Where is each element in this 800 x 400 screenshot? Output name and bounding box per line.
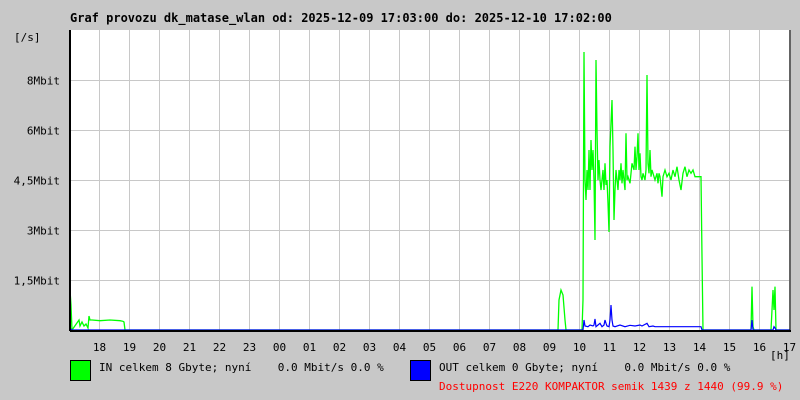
x-tick-label: 13 xyxy=(663,341,676,354)
x-tick-label: 15 xyxy=(723,341,736,354)
x-tick-label: 11 xyxy=(603,341,616,354)
y-tick-label: 6Mbit xyxy=(27,125,60,138)
x-tick-label: 00 xyxy=(273,341,286,354)
x-tick-label: 17 xyxy=(783,341,796,354)
x-tick-label: 22 xyxy=(213,341,226,354)
x-tick-label: 14 xyxy=(693,341,707,354)
y-unit-label: [/s] xyxy=(14,31,41,44)
y-tick-label: 3Mbit xyxy=(27,225,60,238)
x-tick-label: 02 xyxy=(333,341,346,354)
y-tick-label: 1,5Mbit xyxy=(14,275,60,288)
x-tick-label: 09 xyxy=(543,341,556,354)
traffic-chart: [/s] [h] 18 19 20 21 22 23 00 01 02 03 04 05 06 07 08 0… xyxy=(14,30,796,362)
out-legend-swatch xyxy=(410,360,431,381)
y-tick-label: 4,5Mbit xyxy=(14,175,60,188)
availability-text: Dostupnost E220 KOMPAKTOR semik 1439 z 1… xyxy=(439,380,784,393)
y-tick-label: 8Mbit xyxy=(27,75,60,88)
x-tick-label: 23 xyxy=(243,341,256,354)
x-tick-label: 05 xyxy=(423,341,436,354)
out-legend-text: OUT celkem 0 Gbyte; nyní 0.0 Mbit/s 0.0 … xyxy=(439,361,731,374)
x-tick-label: 01 xyxy=(303,341,316,354)
x-tick-label: 21 xyxy=(183,341,196,354)
x-tick-label: 08 xyxy=(513,341,526,354)
x-tick-label: 07 xyxy=(483,341,496,354)
x-tick-label: 16 xyxy=(753,341,766,354)
in-legend-swatch xyxy=(70,360,91,381)
x-tick-label: 10 xyxy=(573,341,586,354)
x-tick-label: 12 xyxy=(633,341,646,354)
x-tick-label: 04 xyxy=(393,341,407,354)
x-tick-label: 06 xyxy=(453,341,466,354)
x-tick-label: 19 xyxy=(123,341,136,354)
x-tick-label: 18 xyxy=(93,341,106,354)
x-tick-label: 03 xyxy=(363,341,376,354)
in-legend-text: IN celkem 8 Gbyte; nyní 0.0 Mbit/s 0.0 % xyxy=(99,361,384,374)
x-tick-label: 20 xyxy=(153,341,166,354)
